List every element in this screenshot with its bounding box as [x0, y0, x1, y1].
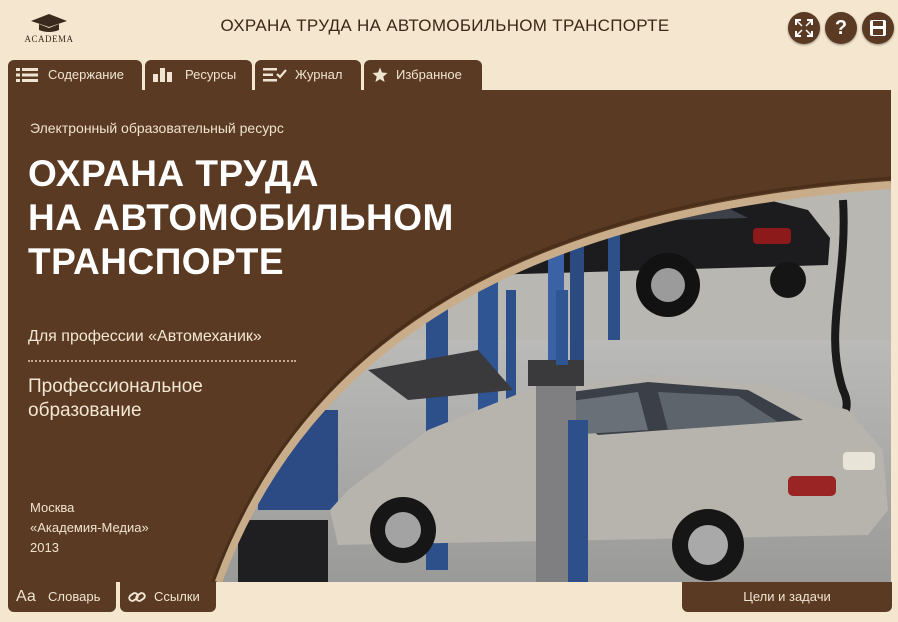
glossary-label: Словарь: [48, 589, 101, 604]
goals-label: Цели и задачи: [743, 589, 831, 604]
bars-icon: [153, 68, 172, 82]
save-icon: [870, 20, 886, 36]
logo-text: ACADEMA: [24, 34, 74, 44]
glossary-button[interactable]: Аа Словарь: [8, 582, 116, 612]
star-icon: [372, 67, 388, 82]
education-line-1: Профессиональное: [28, 376, 203, 397]
link-icon: [128, 592, 146, 602]
fullscreen-icon: [795, 19, 813, 37]
goals-button[interactable]: Цели и задачи: [682, 582, 892, 612]
save-button[interactable]: [862, 12, 894, 44]
app-title: ОХРАНА ТРУДА НА АВТОМОБИЛЬНОМ ТРАНСПОРТЕ: [220, 16, 670, 35]
course-title-line-1: ОХРАНА ТРУДА: [28, 153, 319, 194]
checklist-icon: [263, 68, 287, 82]
education-level: Профессиональное образование: [28, 375, 203, 423]
app-header: ACADEMA ОХРАНА ТРУДА НА АВТОМОБИЛЬНОМ ТР…: [0, 0, 898, 60]
fullscreen-button[interactable]: [788, 12, 820, 44]
education-line-2: образование: [28, 400, 142, 421]
profession-label: Для профессии «Автомеханик»: [28, 328, 262, 345]
dotted-divider: [28, 360, 296, 362]
tab-resources-label: Ресурсы: [185, 67, 237, 82]
glossary-icon: Аа: [16, 588, 36, 605]
academia-logo: ACADEMA: [18, 12, 80, 46]
tab-journal[interactable]: Журнал: [255, 60, 361, 90]
tab-resources[interactable]: Ресурсы: [145, 60, 252, 90]
publisher-name: «Академия-Медиа»: [30, 520, 149, 535]
cover-panel: Электронный образовательный ресурс ОХРАН…: [8, 90, 891, 582]
tab-contents-label: Содержание: [48, 67, 124, 82]
tab-favorites-label: Избранное: [396, 67, 462, 82]
publisher-year: 2013: [30, 540, 59, 555]
links-button[interactable]: Ссылки: [120, 582, 216, 612]
graduation-cap-icon: [31, 14, 67, 32]
publisher-city: Москва: [30, 500, 75, 515]
resource-subtitle: Электронный образовательный ресурс: [30, 120, 284, 136]
publisher-info: Москва «Академия-Медиа» 2013: [30, 498, 149, 558]
help-button[interactable]: ?: [825, 12, 857, 44]
course-title-line-3: ТРАНСПОРТЕ: [28, 241, 285, 282]
tab-contents[interactable]: Содержание: [8, 60, 142, 90]
tab-journal-label: Журнал: [295, 67, 343, 82]
links-label: Ссылки: [154, 589, 200, 604]
course-title: ОХРАНА ТРУДА НА АВТОМОБИЛЬНОМ ТРАНСПОРТЕ: [28, 152, 454, 284]
help-icon: ?: [834, 17, 848, 39]
tab-favorites[interactable]: Избранное: [364, 60, 482, 90]
list-icon: [16, 68, 38, 82]
course-title-line-2: НА АВТОМОБИЛЬНОМ: [28, 197, 454, 238]
